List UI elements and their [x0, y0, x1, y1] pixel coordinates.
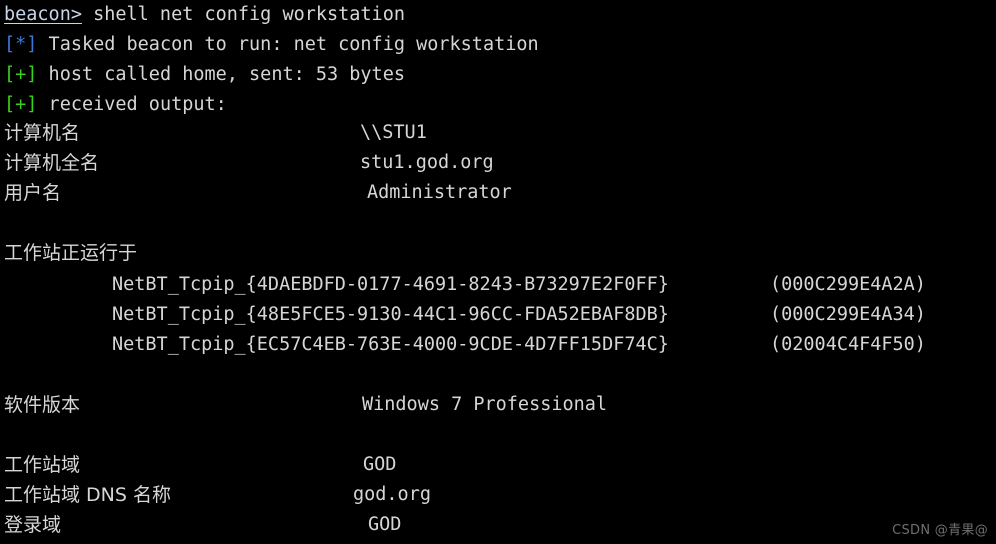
success-marker-icon-2: [+] — [4, 94, 38, 115]
transport-name-1: NetBT_Tcpip_{4DAEBDFD-0177-4691-8243-B73… — [112, 274, 669, 295]
transport-mac-2-wrap: (000C299E4A34) — [770, 300, 926, 330]
computer-name-value-wrap: \\STU1 — [360, 118, 427, 148]
row-logon-domain: 登录域 — [4, 510, 61, 540]
workstation-domain-label: 工作站域 — [4, 454, 81, 476]
software-version-value-wrap: Windows 7 Professional — [362, 390, 607, 420]
row-computer-name: 计算机名 — [4, 118, 80, 148]
row-workstation-dns-domain: 工作站域 DNS 名称 — [4, 480, 171, 510]
transport-mac-1-wrap: (000C299E4A2A) — [770, 270, 926, 300]
success-marker-icon: [+] — [4, 64, 38, 85]
csdn-watermark: CSDN @青果@ — [892, 523, 988, 538]
workstation-active-on-label: 工作站正运行于 — [4, 242, 138, 264]
transport-mac-1: (000C299E4A2A) — [770, 274, 926, 295]
user-name-value-wrap: Administrator — [367, 178, 512, 208]
row-software-version: 软件版本 — [4, 390, 80, 420]
full-computer-name-label: 计算机全名 — [4, 152, 100, 174]
transport-mac-3: (02004C4F4F50) — [770, 334, 926, 355]
workstation-domain-value: GOD — [363, 454, 397, 475]
status-line-received-output: [+] received output: — [4, 90, 227, 120]
transport-mac-3-wrap: (02004C4F4F50) — [770, 330, 926, 360]
computer-name-value: \\STU1 — [360, 122, 427, 143]
status-line-host-called-home-text: host called home, sent: 53 bytes — [37, 64, 405, 85]
transport-mac-2: (000C299E4A34) — [770, 304, 926, 325]
workstation-dns-domain-value-wrap: god.org — [353, 480, 431, 510]
logon-domain-value-wrap: GOD — [368, 510, 401, 540]
row-transport-1: NetBT_Tcpip_{4DAEBDFD-0177-4691-8243-B73… — [112, 270, 669, 300]
info-marker-icon: [*] — [4, 34, 38, 55]
workstation-domain-value-wrap: GOD — [363, 450, 396, 480]
transport-name-3: NetBT_Tcpip_{EC57C4EB-763E-4000-9CDE-4D7… — [112, 334, 669, 355]
row-workstation-active-on: 工作站正运行于 — [4, 238, 137, 268]
full-computer-name-value: stu1.god.org — [360, 152, 494, 173]
terminal-output-pane[interactable]: beacon> shell net config workstation [*]… — [0, 0, 996, 544]
status-line-received-output-text: received output: — [37, 94, 227, 115]
row-full-computer-name: 计算机全名 — [4, 148, 99, 178]
software-version-value: Windows 7 Professional — [362, 394, 608, 415]
user-name-label: 用户名 — [4, 182, 62, 204]
row-transport-2: NetBT_Tcpip_{48E5FCE5-9130-44C1-96CC-FDA… — [112, 300, 669, 330]
workstation-dns-domain-value: god.org — [353, 484, 431, 505]
full-computer-name-value-wrap: stu1.god.org — [360, 148, 494, 178]
row-transport-3: NetBT_Tcpip_{EC57C4EB-763E-4000-9CDE-4D7… — [112, 330, 669, 360]
user-name-value: Administrator — [367, 182, 512, 203]
row-user-name: 用户名 — [4, 178, 61, 208]
logon-domain-label: 登录域 — [4, 514, 62, 536]
status-line-tasked-text: Tasked beacon to run: net config worksta… — [37, 34, 539, 55]
row-workstation-domain: 工作站域 — [4, 450, 80, 480]
workstation-dns-domain-label: 工作站域 DNS 名称 — [4, 484, 171, 506]
beacon-command-text: shell net config workstation — [81, 4, 405, 25]
beacon-prompt-label: beacon> — [4, 4, 82, 25]
computer-name-label: 计算机名 — [4, 122, 81, 144]
status-line-tasked: [*] Tasked beacon to run: net config wor… — [4, 30, 539, 60]
logon-domain-value: GOD — [368, 514, 402, 535]
transport-name-2: NetBT_Tcpip_{48E5FCE5-9130-44C1-96CC-FDA… — [112, 304, 669, 325]
status-line-host-called-home: [+] host called home, sent: 53 bytes — [4, 60, 405, 90]
software-version-label: 软件版本 — [4, 394, 81, 416]
beacon-prompt-line: beacon> shell net config workstation — [4, 0, 405, 30]
